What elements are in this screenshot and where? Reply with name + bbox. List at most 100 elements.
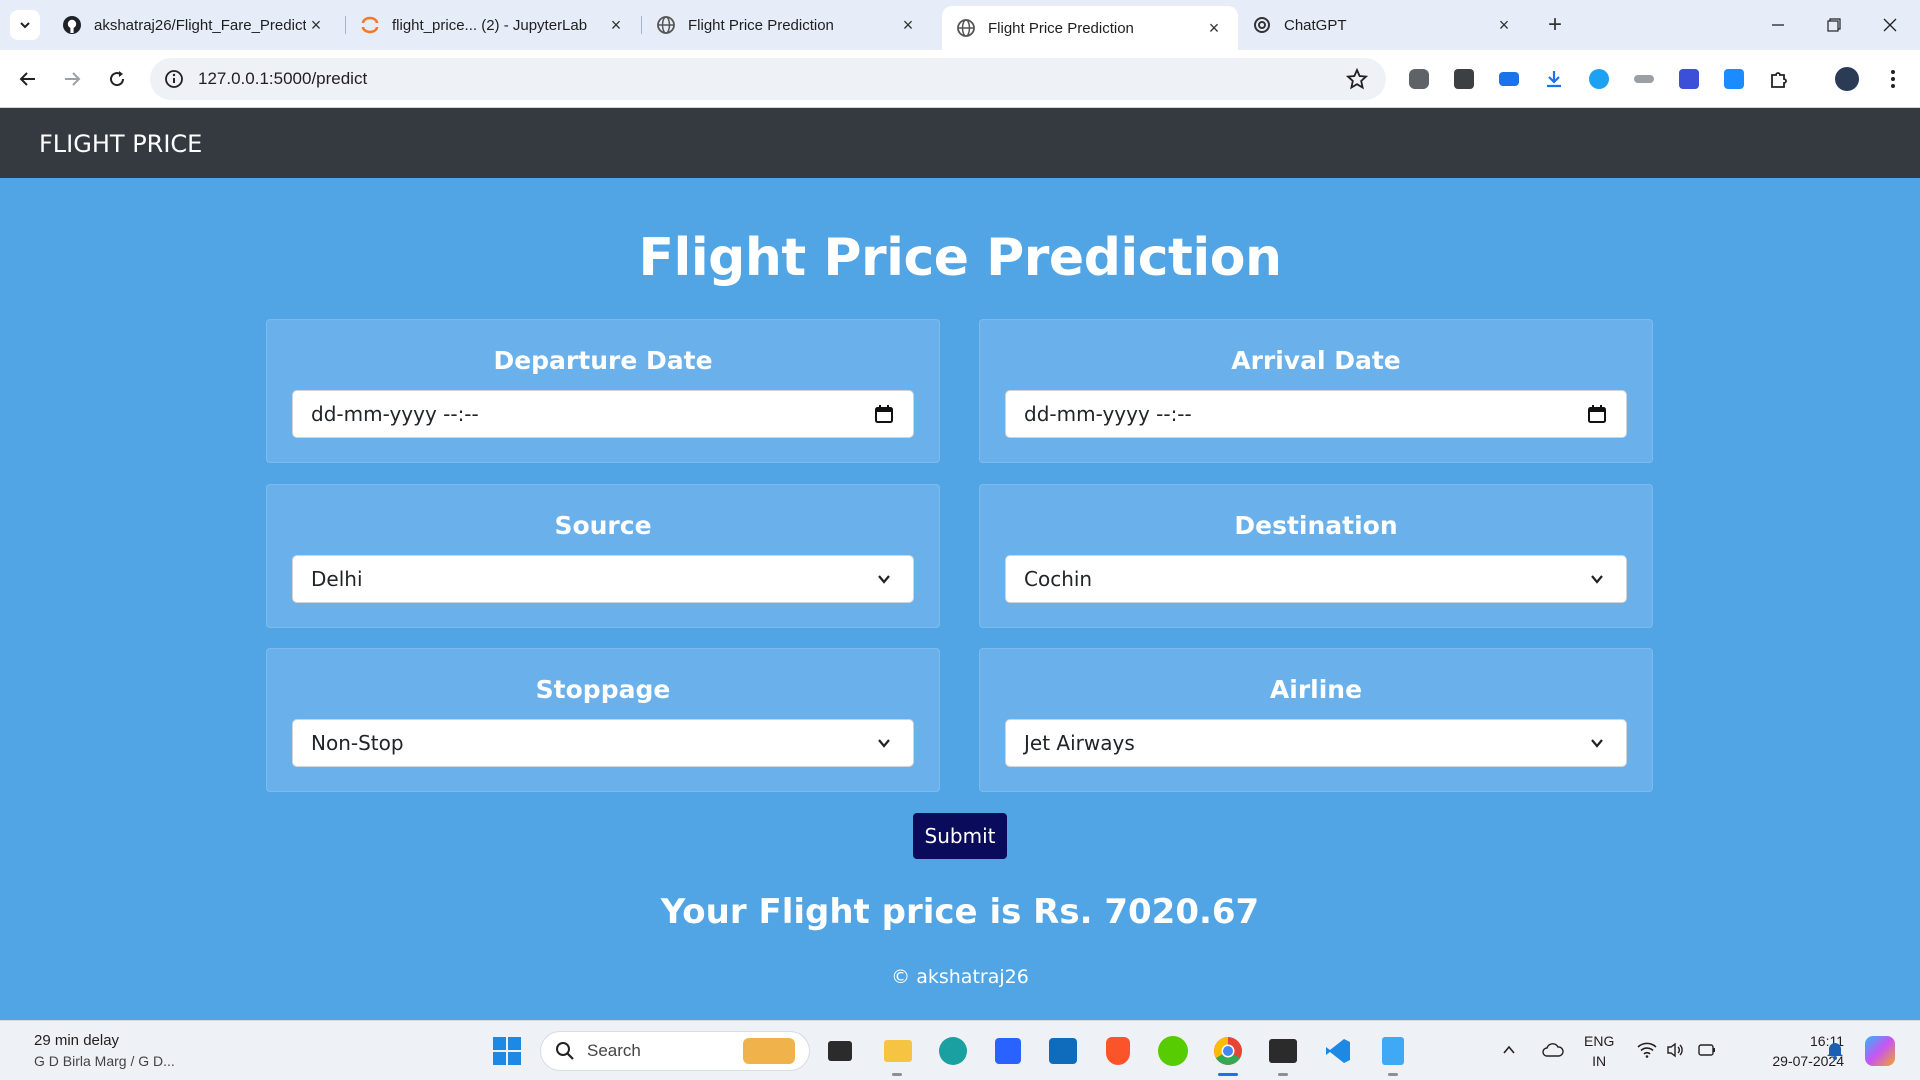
close-icon[interactable]: ×: [1204, 18, 1224, 38]
extension-eagle-icon[interactable]: [1631, 66, 1657, 92]
task-view-icon[interactable]: [822, 1033, 858, 1069]
new-tab-button[interactable]: +: [1540, 10, 1570, 40]
restore-icon: [1827, 18, 1841, 32]
store-icon[interactable]: [990, 1033, 1026, 1069]
calendar-icon[interactable]: [1586, 403, 1608, 425]
taskbar-search[interactable]: Search: [540, 1031, 810, 1071]
active-app-indicator: [1218, 1073, 1238, 1076]
extension-zip-icon[interactable]: [1496, 66, 1522, 92]
destination-value: Cochin: [1024, 567, 1093, 591]
volume-icon[interactable]: [1660, 1035, 1690, 1065]
site-navbar: FLIGHT PRICE: [0, 108, 1920, 178]
close-icon: [1883, 18, 1897, 32]
outlook-icon[interactable]: [1045, 1033, 1081, 1069]
site-info-icon[interactable]: [164, 69, 184, 89]
file-explorer-icon[interactable]: [880, 1033, 916, 1069]
copilot-icon[interactable]: [1862, 1033, 1898, 1069]
globe-icon: [956, 18, 976, 38]
tab-title: Flight Price Prediction: [688, 16, 834, 34]
bookmark-star-icon[interactable]: [1345, 67, 1369, 95]
running-indicator: [892, 1073, 902, 1076]
running-indicator: [1278, 1073, 1288, 1076]
prediction-result: Your Flight price is Rs. 7020.67: [660, 892, 1260, 932]
chevron-up-icon[interactable]: [1494, 1035, 1524, 1065]
minimize-icon: [1772, 24, 1784, 26]
traffic-widget[interactable]: 29 min delay G D Birla Marg / G D...: [34, 1031, 175, 1071]
chevron-down-icon: [1586, 568, 1608, 590]
edge-icon[interactable]: [935, 1033, 971, 1069]
source-card: Source Delhi: [266, 484, 940, 628]
reload-button[interactable]: [101, 63, 133, 95]
extension-save-icon[interactable]: [1721, 66, 1747, 92]
notification-bell-icon[interactable]: [1820, 1035, 1850, 1065]
destination-select[interactable]: Cochin: [1005, 555, 1627, 603]
battery-icon[interactable]: [1692, 1035, 1722, 1065]
chrome-icon[interactable]: [1210, 1033, 1246, 1069]
close-window-button[interactable]: [1862, 0, 1918, 50]
tab-search-button[interactable]: [10, 10, 40, 40]
tab-title: ChatGPT: [1284, 16, 1347, 34]
search-highlight-icon: [743, 1038, 795, 1064]
notepad-icon[interactable]: [1375, 1033, 1411, 1069]
back-button[interactable]: [12, 63, 44, 95]
page-content: FLIGHT PRICE Flight Price Prediction Dep…: [0, 108, 1920, 1020]
extension-robot-icon[interactable]: [1406, 66, 1432, 92]
close-icon[interactable]: ×: [606, 15, 626, 35]
airline-card: Airline Jet Airways: [979, 648, 1653, 792]
arrival-date-input[interactable]: dd-mm-yyyy --:--: [1005, 390, 1627, 438]
address-bar[interactable]: 127.0.0.1:5000/predict: [150, 58, 1386, 100]
profile-avatar[interactable]: [1834, 66, 1860, 92]
traffic-widget-title: 29 min delay: [34, 1032, 120, 1049]
terminal-icon[interactable]: [1265, 1033, 1301, 1069]
forward-button[interactable]: [56, 63, 88, 95]
minimize-button[interactable]: [1750, 0, 1806, 50]
more-menu-icon[interactable]: [1880, 66, 1906, 92]
close-icon[interactable]: ×: [306, 15, 326, 35]
close-icon[interactable]: ×: [898, 15, 918, 35]
close-icon[interactable]: ×: [1494, 15, 1514, 35]
submit-button[interactable]: Submit: [913, 813, 1007, 859]
page-title: Flight Price Prediction: [638, 228, 1282, 288]
chevron-down-icon: [20, 22, 30, 29]
destination-card: Destination Cochin: [979, 484, 1653, 628]
chevron-down-icon: [1586, 732, 1608, 754]
extension-download-icon[interactable]: [1451, 66, 1477, 92]
brave-icon[interactable]: [1100, 1033, 1136, 1069]
onedrive-cloud-icon[interactable]: [1538, 1035, 1568, 1065]
airline-select[interactable]: Jet Airways: [1005, 719, 1627, 767]
language-indicator[interactable]: ENG IN: [1584, 1031, 1614, 1071]
tab-github[interactable]: akshatraj26/Flight_Fare_Predicti ×: [48, 0, 340, 50]
arrival-date-value: dd-mm-yyyy --:--: [1024, 402, 1192, 426]
arrival-date-card: Arrival Date dd-mm-yyyy --:--: [979, 319, 1653, 463]
tab-flight-price-1[interactable]: Flight Price Prediction ×: [642, 0, 932, 50]
extensions-puzzle-icon[interactable]: [1766, 66, 1792, 92]
restore-button[interactable]: [1806, 0, 1862, 50]
tab-jupyterlab[interactable]: flight_price... (2) - JupyterLab ×: [346, 0, 640, 50]
source-select[interactable]: Delhi: [292, 555, 914, 603]
tab-flight-price-active[interactable]: Flight Price Prediction ×: [942, 6, 1238, 50]
chevron-down-icon: [873, 568, 895, 590]
traffic-widget-subtitle: G D Birla Marg / G D...: [34, 1053, 175, 1069]
tab-chatgpt[interactable]: ChatGPT ×: [1238, 0, 1528, 50]
navbar-brand[interactable]: FLIGHT PRICE: [39, 130, 202, 158]
duolingo-icon[interactable]: [1155, 1033, 1191, 1069]
globe-icon: [656, 15, 676, 35]
extension-pen-icon[interactable]: [1676, 66, 1702, 92]
departure-date-input[interactable]: dd-mm-yyyy --:--: [292, 390, 914, 438]
extension-check-icon[interactable]: [1586, 66, 1612, 92]
tab-strip: akshatraj26/Flight_Fare_Predicti × fligh…: [0, 0, 1920, 50]
download-icon[interactable]: [1541, 66, 1567, 92]
vscode-icon[interactable]: [1320, 1033, 1356, 1069]
reload-icon: [110, 71, 125, 87]
language-code: ENG: [1584, 1033, 1615, 1049]
stoppage-value: Non-Stop: [311, 731, 404, 755]
calendar-icon[interactable]: [873, 403, 895, 425]
windows-start-icon[interactable]: [489, 1033, 525, 1069]
url-text[interactable]: 127.0.0.1:5000/predict: [198, 69, 367, 89]
departure-date-label: Departure Date: [493, 346, 713, 375]
source-label: Source: [554, 511, 652, 540]
stoppage-select[interactable]: Non-Stop: [292, 719, 914, 767]
wifi-icon[interactable]: [1632, 1035, 1662, 1065]
arrow-right-icon: [65, 72, 81, 86]
jupyter-icon: [360, 15, 380, 35]
